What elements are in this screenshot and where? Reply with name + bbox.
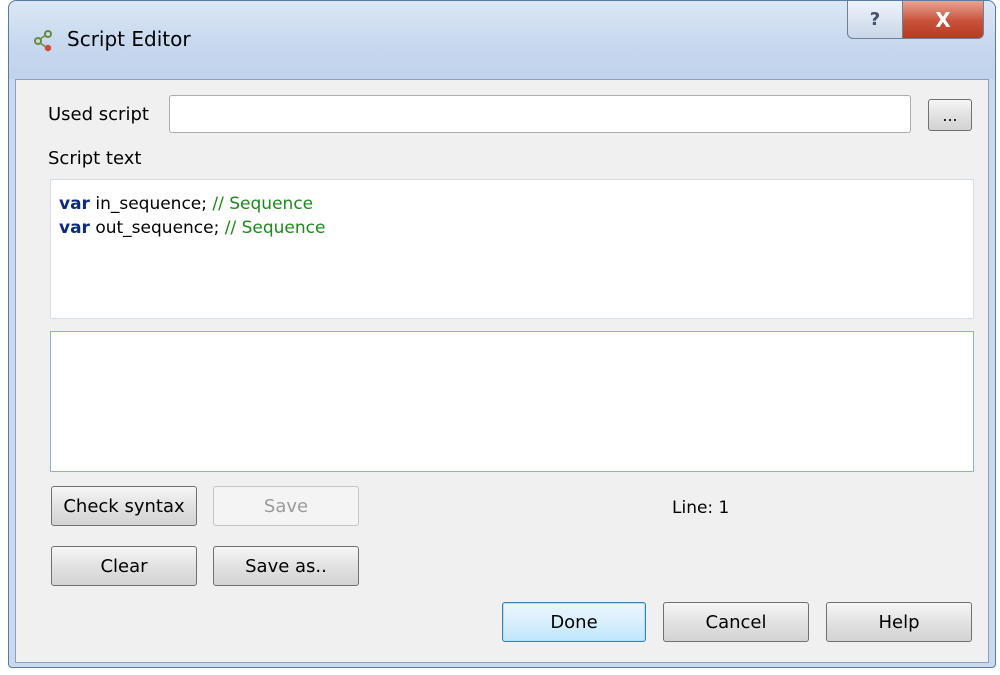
browse-button[interactable]: ... <box>928 99 972 131</box>
line-status: Line: 1 <box>672 498 730 518</box>
used-script-label: Used script <box>48 104 149 125</box>
dialog-body: Used script ... Script text var in_seque… <box>15 79 989 663</box>
check-syntax-button[interactable]: Check syntax <box>51 486 197 526</box>
code-comment: // Sequence <box>224 218 326 238</box>
output-panel[interactable] <box>50 331 974 472</box>
check-syntax-label: Check syntax <box>63 495 185 517</box>
title-bar[interactable]: Script Editor ? X <box>9 1 995 79</box>
save-button[interactable]: Save <box>213 486 359 526</box>
clear-button[interactable]: Clear <box>51 546 197 586</box>
done-label: Done <box>550 611 598 633</box>
script-nodes-icon <box>34 30 52 52</box>
code-line: var in_sequence; // Sequence <box>59 192 973 216</box>
done-button[interactable]: Done <box>502 602 646 642</box>
cancel-button[interactable]: Cancel <box>663 602 809 642</box>
script-text-editor[interactable]: var in_sequence; // Sequence var out_seq… <box>50 179 974 319</box>
close-icon: X <box>935 7 951 32</box>
save-as-button[interactable]: Save as.. <box>213 546 359 586</box>
help-button[interactable]: Help <box>826 602 972 642</box>
code-line: var out_sequence; // Sequence <box>59 216 973 240</box>
used-script-input[interactable] <box>169 95 911 133</box>
window-title: Script Editor <box>67 27 191 51</box>
clear-label: Clear <box>100 555 148 577</box>
close-button[interactable]: X <box>902 1 984 39</box>
code-keyword: var <box>59 194 90 214</box>
question-icon: ? <box>869 9 881 30</box>
script-editor-dialog: Script Editor ? X Used script ... Script… <box>8 0 996 668</box>
help-caption-button[interactable]: ? <box>847 1 903 39</box>
browse-button-label: ... <box>942 105 958 125</box>
save-as-label: Save as.. <box>245 555 327 577</box>
help-label: Help <box>878 611 920 633</box>
code-comment: // Sequence <box>212 194 314 214</box>
code-keyword: var <box>59 218 90 238</box>
code-identifier: out_sequence; <box>95 218 220 238</box>
cancel-label: Cancel <box>705 611 767 633</box>
script-text-label: Script text <box>48 148 142 169</box>
code-identifier: in_sequence; <box>95 194 207 214</box>
save-label: Save <box>263 495 309 517</box>
